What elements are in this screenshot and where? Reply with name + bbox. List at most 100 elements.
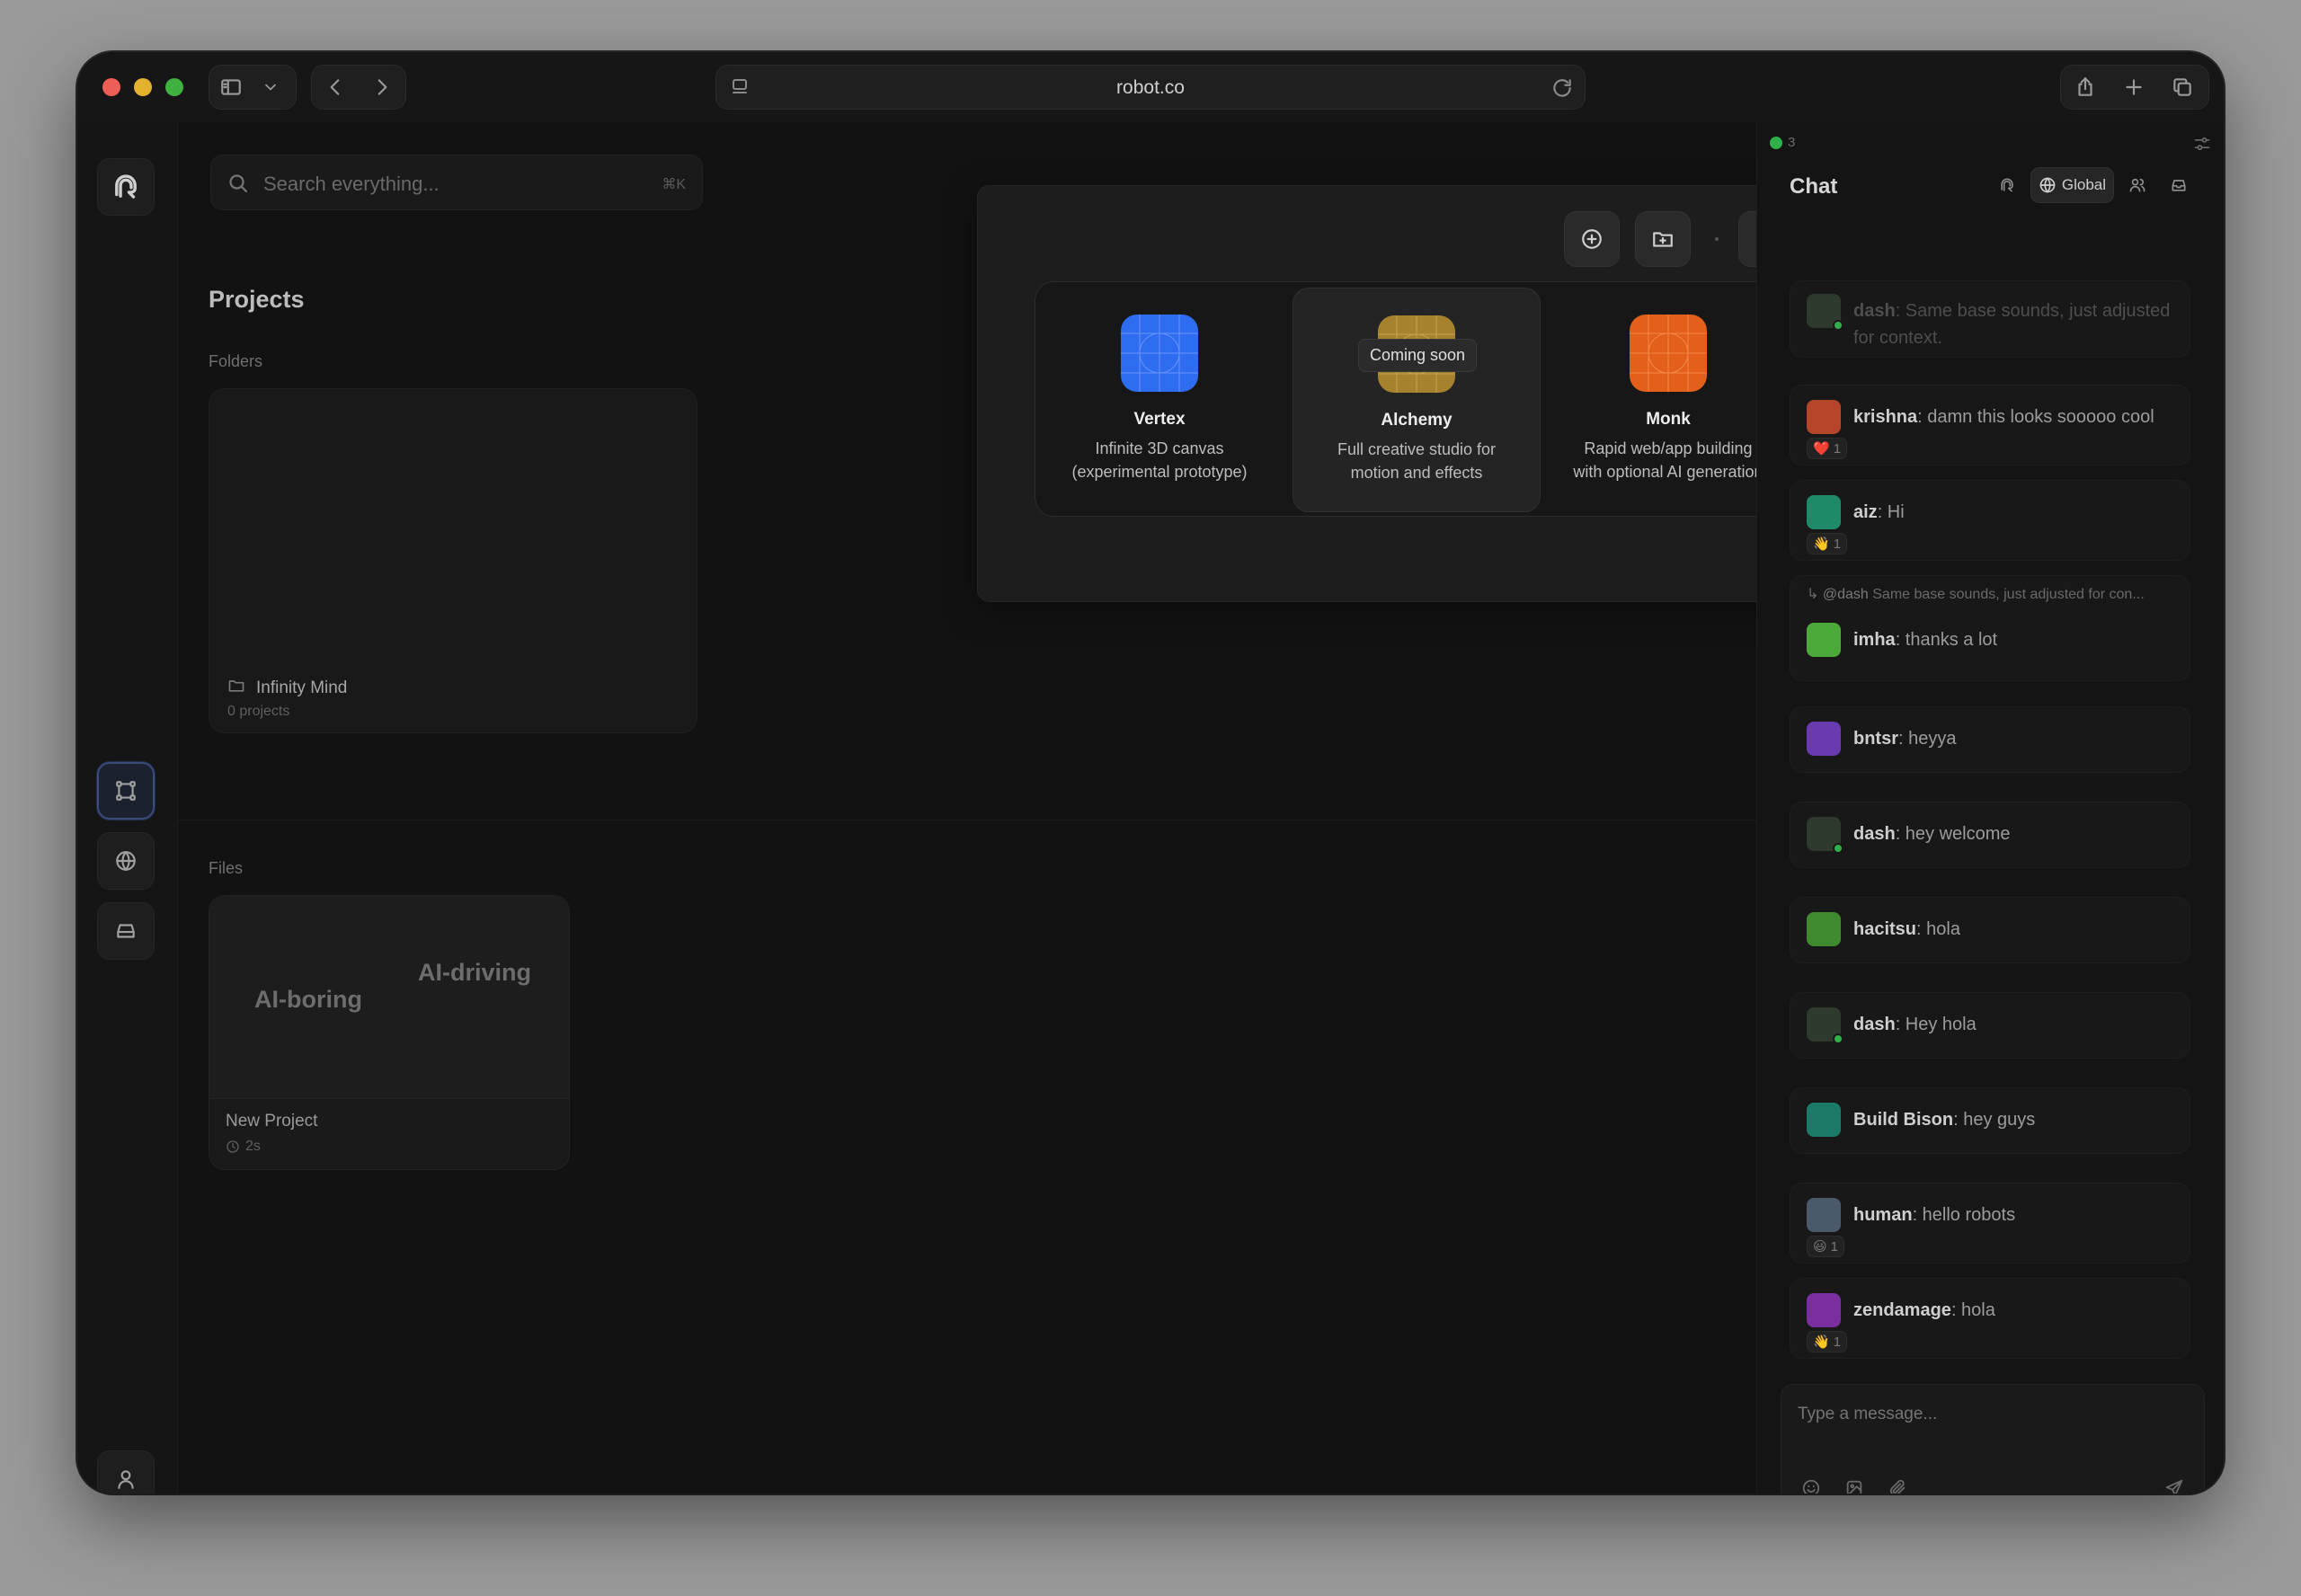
message-author: dash xyxy=(1853,1015,1896,1034)
browser-window: robot.co Search everything... ⌘K Project… xyxy=(77,52,2224,1494)
reaction-chip[interactable]: ❤️ 1 xyxy=(1807,438,1848,459)
folder-icon xyxy=(227,677,245,699)
rail-profile-button[interactable] xyxy=(97,1450,155,1494)
app-description-line: with optional AI generation xyxy=(1573,463,1764,481)
thumbnail-text: AI-boring xyxy=(254,986,362,1013)
chat-message[interactable]: Build Bison: hey guys xyxy=(1790,1087,2190,1154)
users-icon xyxy=(2129,178,2146,192)
online-indicator xyxy=(1770,137,1782,149)
message-author: human xyxy=(1853,1205,1913,1225)
reaction-count: 1 xyxy=(1833,536,1842,552)
message-body: : hola xyxy=(1916,919,1960,939)
message-body: : Hi xyxy=(1877,502,1905,522)
chat-message[interactable]: krishna: damn this looks sooooo cool ❤️ 1 xyxy=(1790,385,2190,466)
folder-card[interactable]: Infinity Mind 0 projects xyxy=(209,388,697,733)
app-picker: Vertex Infinite 3D canvas (experimental … xyxy=(1035,281,1797,517)
share-button[interactable] xyxy=(2061,66,2110,109)
reaction-emoji: 👋 xyxy=(1813,1334,1830,1350)
file-card[interactable]: AI-boring AI-driving New Project 2s xyxy=(209,895,570,1170)
chat-message[interactable]: dash: Hey hola xyxy=(1790,992,2190,1059)
app-description: Rapid web/app building with optional AI … xyxy=(1553,437,1783,483)
back-button[interactable] xyxy=(312,66,359,109)
reaction-emoji: ❤️ xyxy=(1813,441,1830,457)
inbox-tray-icon xyxy=(117,924,135,938)
paperclip-icon[interactable] xyxy=(1888,1478,1907,1494)
tab-robot[interactable] xyxy=(1989,167,2025,203)
sliders-icon[interactable] xyxy=(2193,135,2211,153)
tab-global-label: Global xyxy=(2061,176,2106,193)
chat-message[interactable]: dash: Same base sounds, just adjusted fo… xyxy=(1790,280,2190,358)
message-author: Build Bison xyxy=(1853,1110,1954,1130)
sidebar-icon xyxy=(221,79,241,95)
app-option-monk[interactable]: Monk Rapid web/app building with optiona… xyxy=(1544,282,1792,518)
avatar xyxy=(1807,722,1841,756)
emoji-icon[interactable] xyxy=(1801,1478,1821,1494)
folder-project-count: 0 projects xyxy=(227,704,290,719)
reaction-chip[interactable]: 👋 1 xyxy=(1807,533,1848,554)
reaction-chip[interactable]: 😃 1 xyxy=(1807,1236,1844,1257)
chevron-left-icon xyxy=(330,79,340,95)
chat-message[interactable]: dash: hey welcome xyxy=(1790,802,2190,868)
plus-icon xyxy=(2126,79,2142,95)
avatar xyxy=(1807,912,1841,946)
tab-global[interactable]: Global xyxy=(2030,167,2114,203)
rail-inbox-button[interactable] xyxy=(97,902,155,960)
new-folder-button[interactable] xyxy=(1635,211,1691,267)
search-icon xyxy=(227,173,249,194)
message-body: : hola xyxy=(1950,1300,1995,1320)
chat-message[interactable]: aiz: Hi 👋 1 xyxy=(1790,480,2190,561)
image-icon[interactable] xyxy=(1844,1478,1864,1494)
search-input[interactable]: Search everything... ⌘K xyxy=(210,155,703,210)
vertex-app-icon xyxy=(1121,315,1198,392)
message-body: : damn this looks sooooo cool xyxy=(1917,407,2154,427)
message-input[interactable] xyxy=(1798,1405,2184,1424)
tab-people[interactable] xyxy=(2119,167,2155,203)
tab-inbox[interactable] xyxy=(2161,167,2197,203)
address-bar[interactable]: robot.co xyxy=(715,65,1586,110)
separator-dot xyxy=(1715,237,1719,241)
forward-button[interactable] xyxy=(359,66,405,109)
message-text: bntsr: heyya xyxy=(1853,722,1956,752)
page-title: Projects xyxy=(209,286,305,313)
sidebar-toggle-button[interactable] xyxy=(209,66,253,109)
app-logo-button[interactable] xyxy=(97,158,155,216)
app-name: Monk xyxy=(1646,410,1691,429)
message-text: dash: hey welcome xyxy=(1853,817,2011,847)
url-text[interactable]: robot.co xyxy=(716,77,1585,99)
search-shortcut: ⌘K xyxy=(662,177,686,192)
minimize-window-button[interactable] xyxy=(134,78,152,96)
tab-groups-dropdown[interactable] xyxy=(253,66,289,109)
avatar xyxy=(1807,817,1843,854)
message-body: : Hey hola xyxy=(1895,1015,1977,1034)
rail-projects-button[interactable] xyxy=(97,762,155,820)
chat-message[interactable]: zendamage: hola 👋 1 xyxy=(1790,1278,2190,1359)
reply-quote[interactable]: ↳ @dash Same base sounds, just adjusted … xyxy=(1807,585,2188,603)
chat-message[interactable]: bntsr: heyya xyxy=(1790,706,2190,773)
chat-message[interactable]: human: hello robots 😃 1 xyxy=(1790,1183,2190,1264)
app-description: Full creative studio for motion and effe… xyxy=(1302,438,1531,484)
app-option-alchemy[interactable]: Coming soon Alchemy Full creative studio… xyxy=(1293,288,1541,512)
files-heading: Files xyxy=(209,859,244,877)
message-author: dash xyxy=(1853,301,1896,321)
create-new-button[interactable] xyxy=(1564,211,1620,267)
rail-explore-button[interactable] xyxy=(97,832,155,890)
tab-overview-button[interactable] xyxy=(2158,66,2207,109)
chat-message[interactable]: hacitsu: hola xyxy=(1790,897,2190,963)
maximize-window-button[interactable] xyxy=(165,78,183,96)
file-thumbnail: AI-boring AI-driving xyxy=(209,896,569,1099)
sidebar-toggle-group xyxy=(209,65,297,110)
reload-icon[interactable] xyxy=(1550,76,1574,100)
send-icon[interactable] xyxy=(2164,1478,2184,1494)
reaction-chip[interactable]: 👋 1 xyxy=(1807,1331,1848,1352)
chat-message-reply[interactable]: ↳ @dash Same base sounds, just adjusted … xyxy=(1790,575,2190,681)
avatar xyxy=(1807,1293,1841,1327)
thumbnail-text: AI-driving xyxy=(418,959,531,986)
chat-title: Chat xyxy=(1790,174,1838,199)
file-name: New Project xyxy=(226,1112,318,1130)
avatar xyxy=(1807,1007,1843,1044)
new-tab-button[interactable] xyxy=(2110,66,2158,109)
reaction-count: 1 xyxy=(1833,1334,1842,1350)
folder-name-row: Infinity Mind xyxy=(227,677,347,699)
close-window-button[interactable] xyxy=(102,78,120,96)
app-option-vertex[interactable]: Vertex Infinite 3D canvas (experimental … xyxy=(1035,282,1284,518)
